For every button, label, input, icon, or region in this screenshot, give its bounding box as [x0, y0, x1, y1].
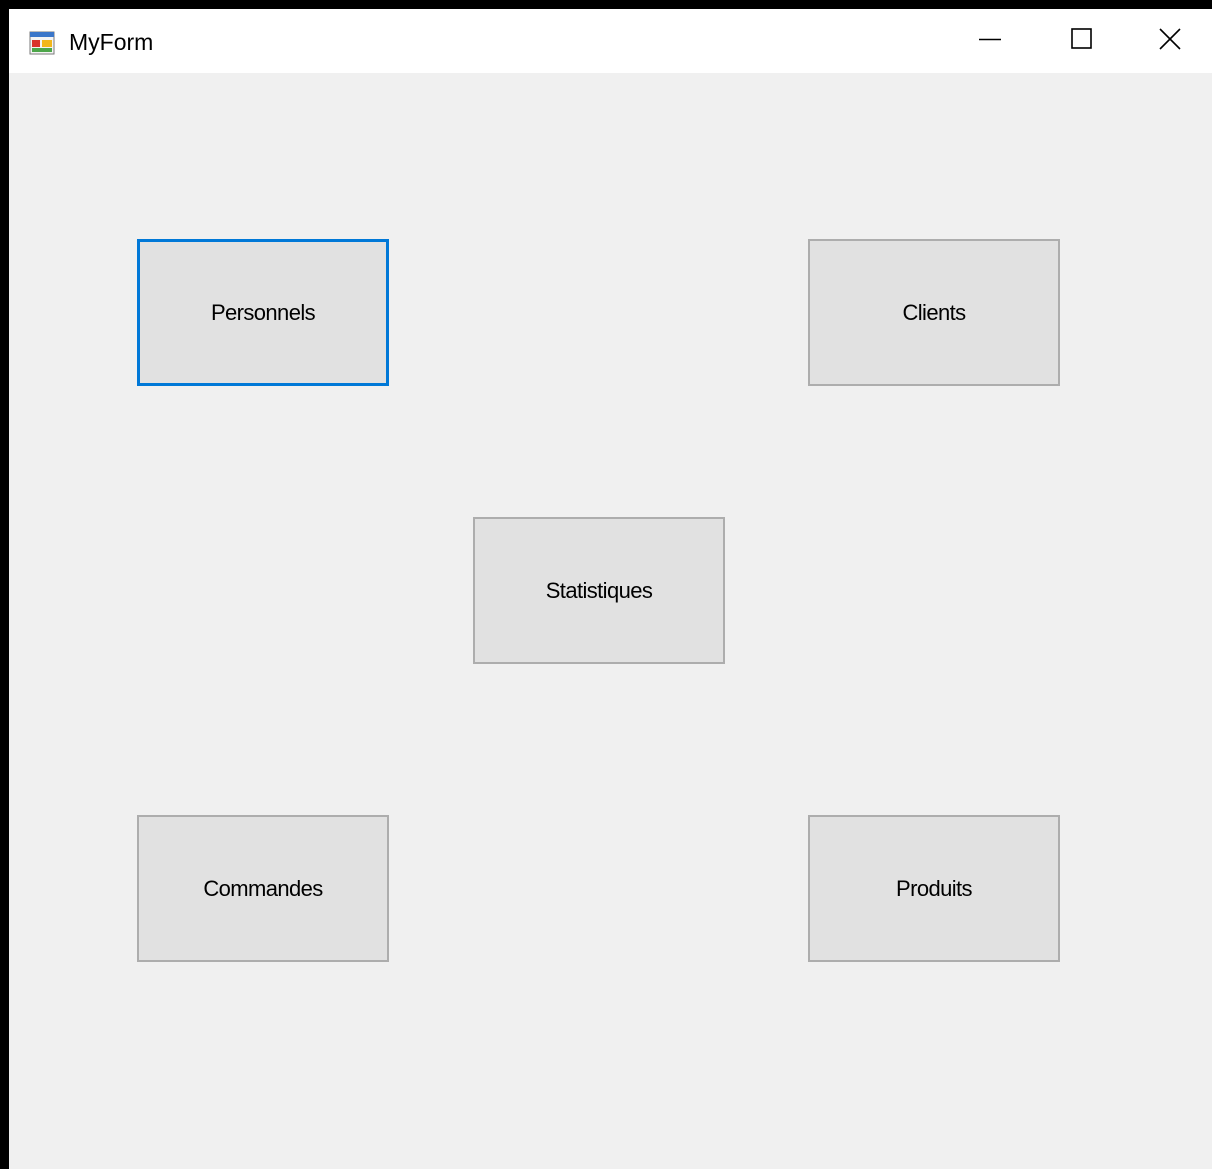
- myform-window: MyForm Personnels Clients Statistiques C…: [9, 9, 1212, 1169]
- statistiques-button-label: Statistiques: [545, 577, 653, 603]
- commandes-button-label: Commandes: [203, 875, 323, 901]
- minimize-button[interactable]: [944, 9, 1036, 73]
- statistiques-button[interactable]: Statistiques: [473, 517, 725, 664]
- maximize-icon: [1071, 27, 1093, 55]
- personnels-button[interactable]: Personnels: [137, 239, 389, 386]
- close-button[interactable]: [1124, 9, 1212, 73]
- personnels-button-label: Personnels: [210, 299, 316, 325]
- clients-button-label: Clients: [902, 299, 966, 325]
- commandes-button[interactable]: Commandes: [137, 815, 389, 962]
- maximize-button[interactable]: [1036, 9, 1128, 73]
- title-bar[interactable]: MyForm: [9, 9, 1212, 73]
- produits-button-label: Produits: [896, 875, 973, 901]
- clients-button[interactable]: Clients: [808, 239, 1060, 386]
- produits-button[interactable]: Produits: [808, 815, 1060, 962]
- minimize-icon: [978, 27, 1002, 56]
- close-icon: [1159, 27, 1181, 55]
- app-icon: [29, 30, 55, 56]
- window-title: MyForm: [69, 29, 154, 55]
